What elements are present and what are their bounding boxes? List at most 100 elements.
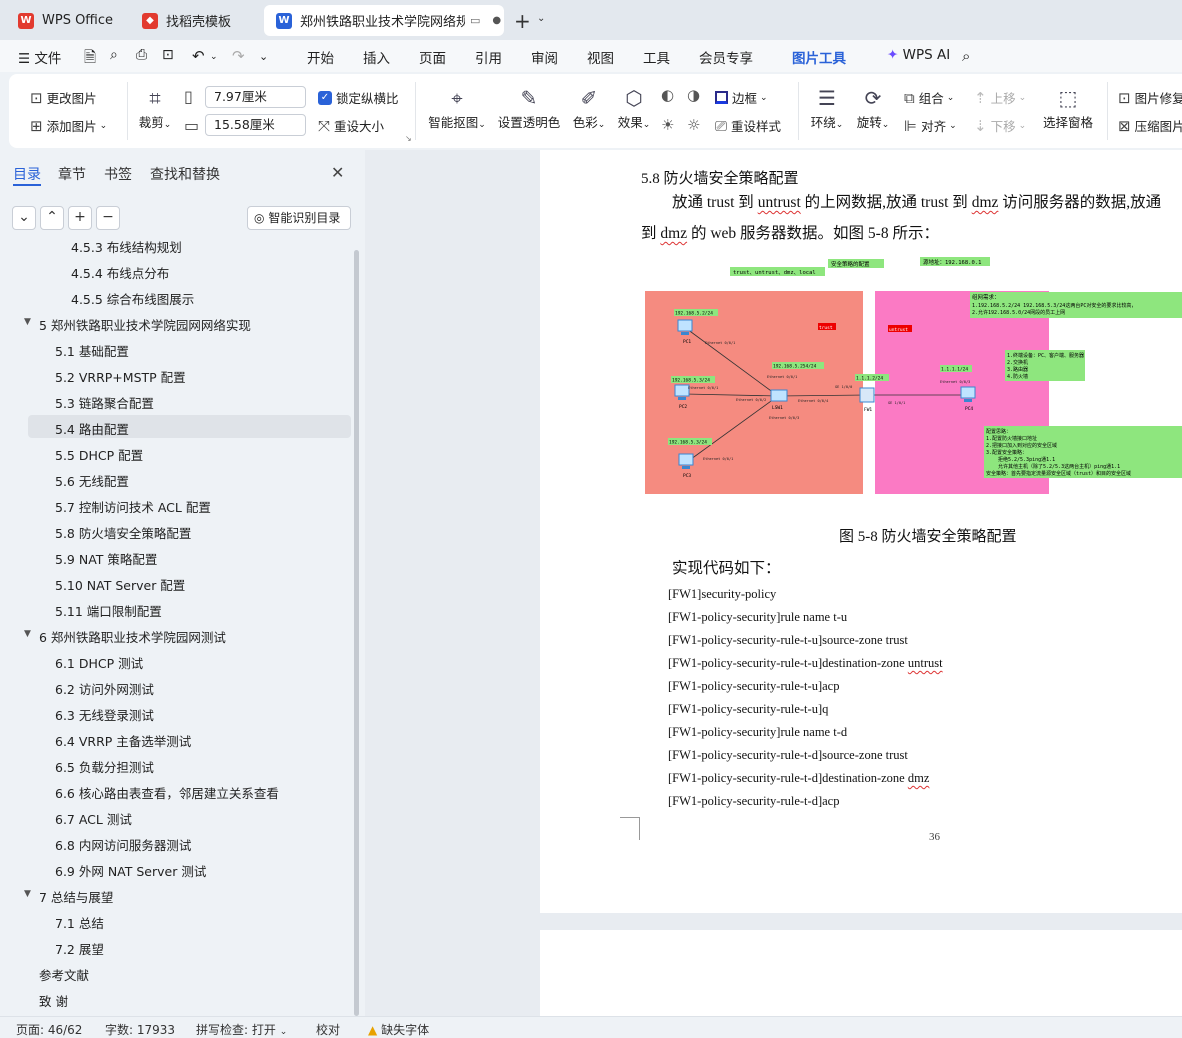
toc-item[interactable]: 7.1 总结 [55,913,104,932]
remove-level-button[interactable]: − [96,206,120,230]
toc-item[interactable]: 6.3 无线登录测试 [55,705,154,724]
height-input[interactable]: 15.58厘米 [205,114,306,136]
tab-docer[interactable]: ◆ 找稻壳模板 [130,5,258,36]
menu-picture-tools[interactable]: 图片工具 [792,47,846,67]
toc-item[interactable]: 5.5 DHCP 配置 [55,445,143,464]
image-repair-button[interactable]: ⊡ 图片修复 [1118,88,1182,107]
toc-item[interactable]: 6.7 ACL 测试 [55,809,132,828]
move-up-button[interactable]: ⇡ 上移 ⌄ [974,88,1026,107]
selection-pane-button[interactable]: ⬚ 选择窗格 [1041,84,1095,131]
dialog-launcher-icon[interactable]: ↘ [405,134,412,143]
missing-font-button[interactable]: ▲ 缺失字体 [368,1021,429,1038]
align-button[interactable]: ⊫ 对齐 ⌄ [904,116,957,135]
toc-item[interactable]: 7 总结与展望 [39,887,113,906]
toc-item[interactable]: 4.5.5 综合布线图展示 [71,289,194,308]
share-icon[interactable]: ⌕ [110,47,118,63]
menu-view[interactable]: 视图 [587,47,614,67]
toc-item[interactable]: 6.4 VRRP 主备选举测试 [55,731,191,750]
add-level-button[interactable]: + [68,206,92,230]
sidebar-scrollbar[interactable] [354,250,359,1016]
toc-item[interactable]: 致 谢 [39,991,68,1010]
toc-item[interactable]: 6.5 负载分担测试 [55,757,154,776]
toc-item[interactable]: 5.2 VRRP+MSTP 配置 [55,367,186,386]
toc-item[interactable]: 7.2 展望 [55,939,104,958]
expand-arrow-icon[interactable]: ▼ [24,889,31,899]
page-indicator[interactable]: 页面: 46/62 [16,1021,82,1038]
proofread-button[interactable]: 校对 [316,1021,340,1038]
network-diagram-image[interactable]: trust、untrust、dmz、local 安全策略的配置 源地址：192.… [645,254,1182,499]
undo-dropdown-icon[interactable]: ⌄ [210,52,218,62]
new-tab-button[interactable]: + [514,9,531,33]
toc-item[interactable]: 6.6 核心路由表查看，邻居建立关系查看 [55,783,279,802]
toc-item[interactable]: 5.4 路由配置 [55,419,129,438]
search-icon[interactable]: ⌕ [962,47,970,65]
brightness-icon[interactable]: ☀ [661,116,674,134]
tab-wps-office[interactable]: W WPS Office [6,5,124,36]
save-icon[interactable]: 🗎 [84,47,96,72]
lock-ratio-checkbox[interactable]: ✓ 锁定纵横比 [318,88,399,107]
color-button[interactable]: ✐ 色彩⌄ [569,84,609,131]
toc-item[interactable]: 6.9 外网 NAT Server 测试 [55,861,206,880]
toc-item[interactable]: 参考文献 [39,965,89,984]
toc-item[interactable]: 5.9 NAT 策略配置 [55,549,157,568]
toc-item[interactable]: 5.6 无线配置 [55,471,129,490]
more-dropdown-icon[interactable]: ⌄ [259,50,268,63]
word-count[interactable]: 字数: 17933 [105,1021,175,1038]
effect-button[interactable]: ⬡ 效果⌄ [614,84,654,131]
contrast-icon[interactable]: ◑ [687,86,700,104]
chevron-down-icon[interactable]: ⌄ [537,13,545,24]
border-button[interactable]: 边框 ⌄ [715,88,768,107]
toc-item[interactable]: 5.8 防火墙安全策略配置 [55,523,191,542]
tab-find-replace[interactable]: 查找和替换 [150,164,220,184]
toc-item[interactable]: 6.2 访问外网测试 [55,679,154,698]
unsaved-dot-icon[interactable]: ● [492,15,501,26]
reset-size-button[interactable]: ⤧ 重设大小 [318,116,384,135]
menu-insert[interactable]: 插入 [363,47,390,67]
print-icon[interactable]: ⎙ [136,47,147,63]
set-transparent-button[interactable]: ✎ 设置透明色 [497,84,561,131]
toc-item[interactable]: 6.8 内网访问服务器测试 [55,835,191,854]
print-preview-icon[interactable]: ⊡ [162,47,174,63]
menu-tools[interactable]: 工具 [643,47,670,67]
toc-item[interactable]: 6 郑州铁路职业技术学院园网测试 [39,627,226,646]
toc-item[interactable]: 5.3 链路聚合配置 [55,393,154,412]
toc-item[interactable]: 5.7 控制访问技术 ACL 配置 [55,497,211,516]
toc-item[interactable]: 5.1 基础配置 [55,341,129,360]
crop-button[interactable]: ⌗ 裁剪⌄ [137,84,173,131]
menu-review[interactable]: 审阅 [531,47,558,67]
file-menu[interactable]: ☰ 文件 [18,47,61,67]
add-image-button[interactable]: ⊞ 添加图片 ⌄ [30,116,107,135]
tab-document[interactable]: W 郑州铁路职业技术学院网络规划 ▭ ● [264,5,504,36]
toc-item[interactable]: 5.10 NAT Server 配置 [55,575,185,594]
reset-style-button[interactable]: ⎚ 重设样式 [715,116,781,135]
wrap-button[interactable]: ☰ 环绕⌄ [808,84,846,131]
expand-arrow-icon[interactable]: ▼ [24,317,31,327]
menu-start[interactable]: 开始 [307,47,334,67]
toc-item[interactable]: 5 郑州铁路职业技术学院园网网络实现 [39,315,251,334]
toc-item[interactable]: 5.11 端口限制配置 [55,601,162,620]
close-icon[interactable]: ✕ [331,163,344,182]
undo-icon[interactable]: ↶ [192,47,205,65]
collapse-all-button[interactable]: ⌄ [12,206,36,230]
tab-toc[interactable]: 目录 [13,164,41,184]
redo-icon[interactable]: ↷ [232,47,245,65]
smart-cutout-button[interactable]: ⌖ 智能抠图⌄ [426,84,488,131]
move-down-button[interactable]: ⇣ 下移 ⌄ [974,116,1026,135]
compress-button[interactable]: ⊠ 压缩图片 [1118,116,1182,135]
menu-member[interactable]: 会员专享 [699,47,753,67]
group-button[interactable]: ⧉ 组合 ⌄ [904,88,954,107]
change-image-button[interactable]: ⊡ 更改图片 [30,88,97,107]
tab-chapter[interactable]: 章节 [58,164,86,184]
width-input[interactable]: 7.97厘米 [205,86,306,108]
menu-reference[interactable]: 引用 [475,47,502,67]
spell-check-toggle[interactable]: 拼写检查: 打开 ⌄ [196,1021,287,1038]
rotate-button[interactable]: ⟳ 旋转⌄ [854,84,892,131]
expand-arrow-icon[interactable]: ▼ [24,629,31,639]
contrast-down-icon[interactable]: ☼ [687,116,700,134]
toc-item[interactable]: 4.5.3 布线结构规划 [71,240,182,256]
menu-page[interactable]: 页面 [419,47,446,67]
toc-item[interactable]: 6.1 DHCP 测试 [55,653,143,672]
wps-ai-button[interactable]: ✦ WPS AI [887,47,950,63]
expand-up-button[interactable]: ⌃ [40,206,64,230]
smart-toc-button[interactable]: ◎ 智能识别目录 [247,206,351,230]
